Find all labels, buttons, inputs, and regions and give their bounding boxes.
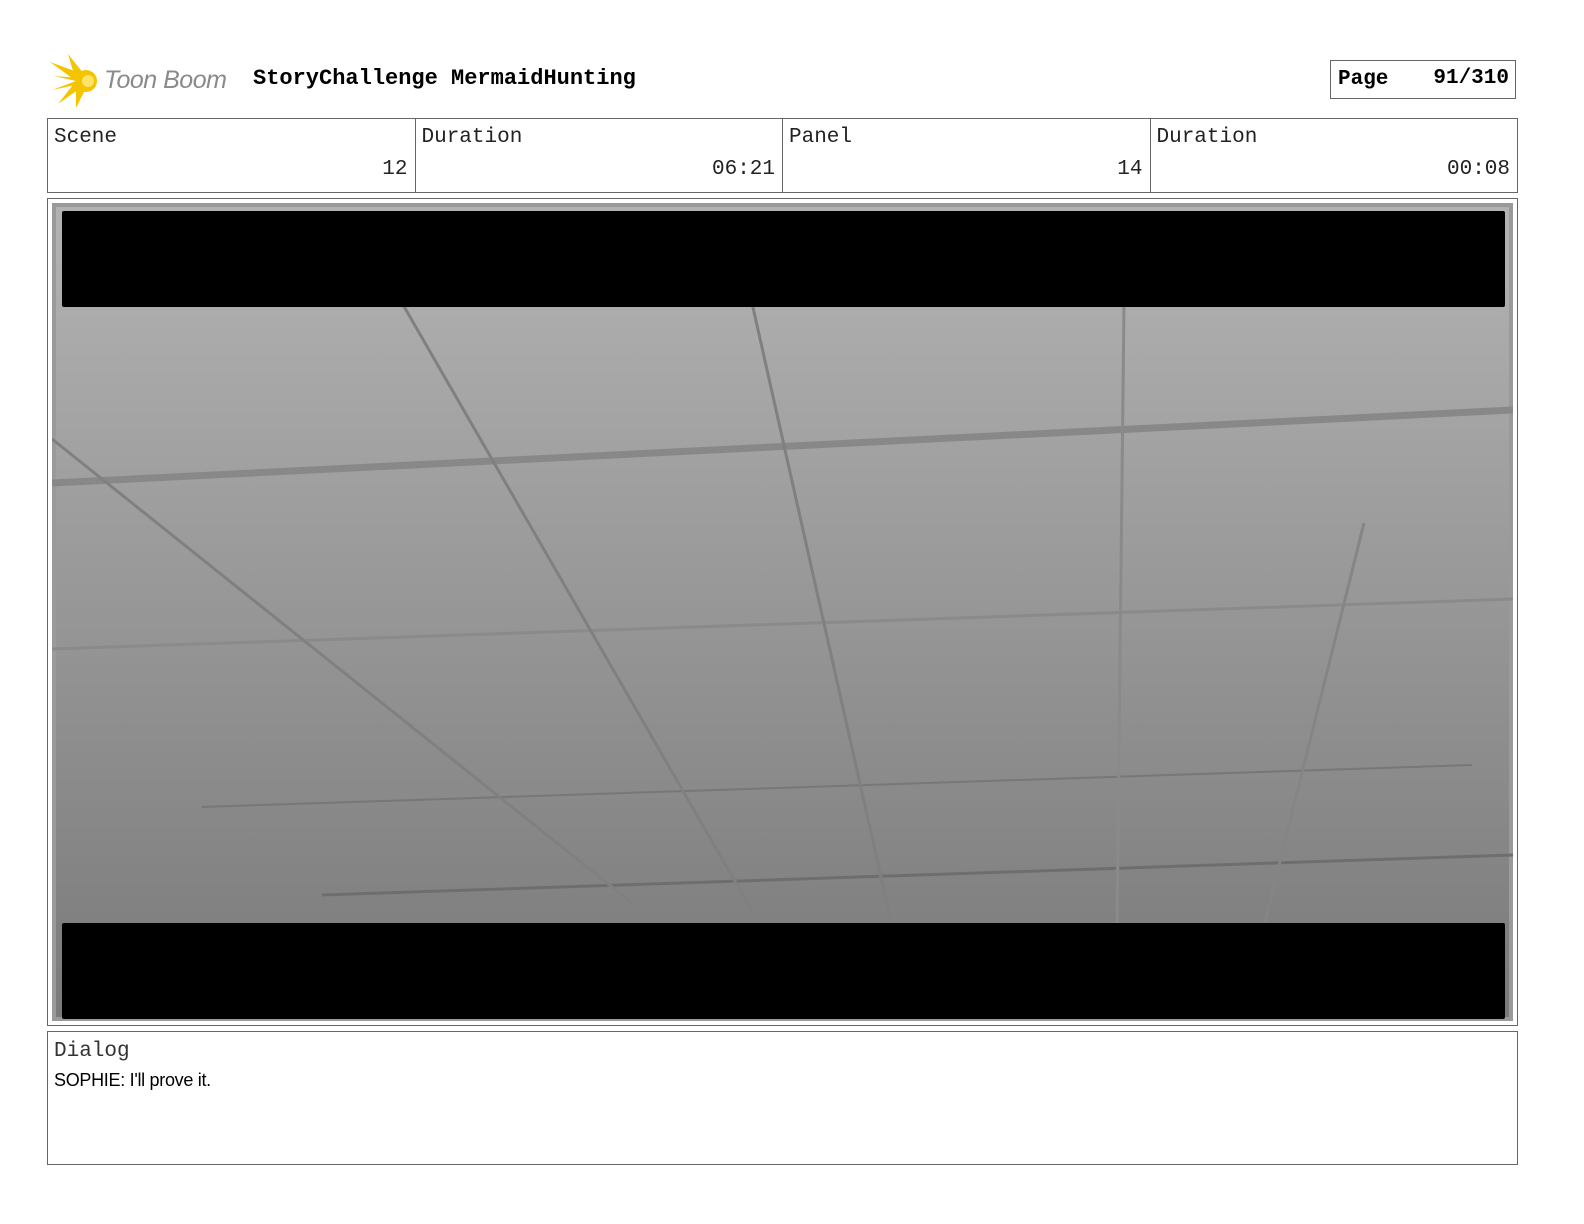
scene-label: Scene — [54, 126, 118, 149]
logo-text: Toon Boom — [104, 66, 227, 94]
page-number: 91/310 — [1433, 67, 1509, 90]
panel-duration-label: Duration — [1156, 126, 1258, 149]
project-title: StoryChallenge MermaidHunting — [253, 66, 636, 91]
scene-duration-cell: Duration 06:21 — [416, 119, 783, 192]
ceiling-background — [56, 207, 1509, 1017]
starburst-icon — [50, 54, 97, 108]
page-indicator: Page 91/310 — [1330, 60, 1516, 99]
dialog-label: Dialog — [54, 1040, 130, 1063]
panel-label: Panel — [789, 126, 853, 149]
scene-value: 12 — [382, 158, 408, 181]
scene-duration-label: Duration — [421, 126, 523, 149]
panel-value: 14 — [1117, 158, 1143, 181]
scene-cell: Scene 12 — [48, 119, 416, 192]
dialog-box: Dialog SOPHIE: I'll prove it. — [47, 1031, 1518, 1165]
panel-duration-cell: Duration 00:08 — [1151, 119, 1518, 192]
letterbox-bottom — [62, 923, 1505, 1019]
panel-cell: Panel 14 — [783, 119, 1151, 192]
panel-duration-value: 00:08 — [1446, 158, 1510, 181]
page-label: Page — [1338, 68, 1389, 91]
storyboard-panel-image — [52, 203, 1513, 1021]
scene-duration-value: 06:21 — [711, 158, 775, 181]
dialog-text: SOPHIE: I'll prove it. — [54, 1070, 211, 1090]
toon-boom-logo: Toon Boom — [50, 54, 240, 108]
panel-info-table: Scene 12 Duration 06:21 Panel 14 Duratio… — [47, 118, 1518, 193]
storyboard-panel-frame — [47, 198, 1518, 1026]
letterbox-top — [62, 211, 1505, 307]
